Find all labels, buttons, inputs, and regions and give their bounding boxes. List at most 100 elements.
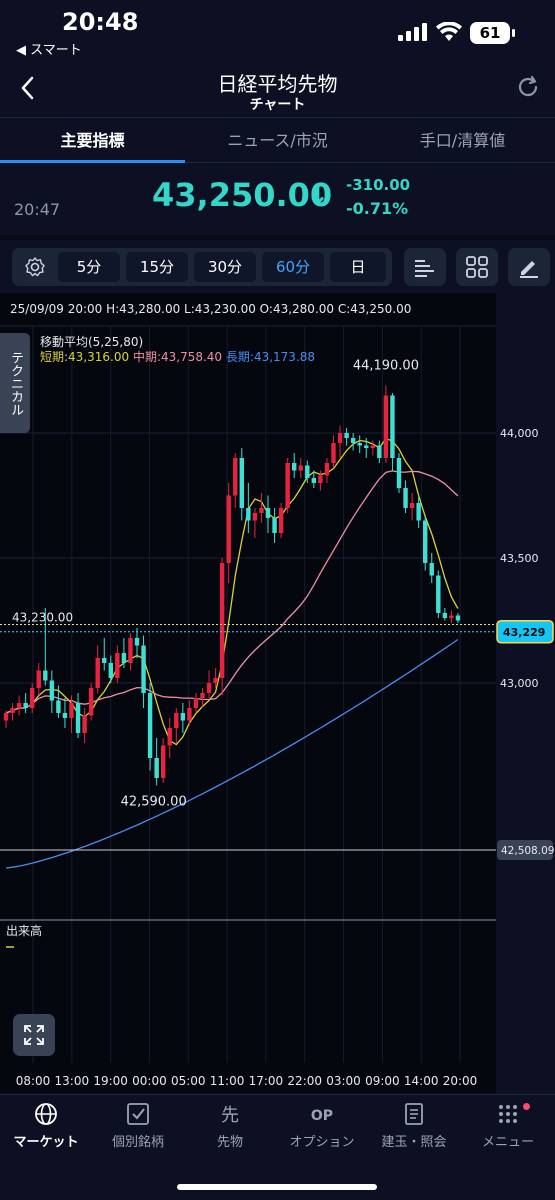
x-tick-label: 08:00 bbox=[16, 1074, 51, 1088]
nav-menu[interactable]: メニュー bbox=[462, 1101, 554, 1159]
candle-body bbox=[187, 708, 192, 721]
nav-options-label: オプション bbox=[289, 1135, 355, 1150]
candle-body bbox=[311, 478, 317, 483]
x-tick-label: 22:00 bbox=[287, 1074, 322, 1088]
candle-body bbox=[409, 503, 415, 508]
candle-body bbox=[95, 658, 100, 688]
nav-futures[interactable]: 先 先物 bbox=[184, 1101, 276, 1159]
candle-body bbox=[239, 458, 244, 508]
candle-body bbox=[324, 463, 330, 476]
refresh-icon[interactable] bbox=[513, 72, 543, 102]
candle-body bbox=[396, 458, 402, 488]
period-selector: 5分 15分 30分 60分 日 bbox=[12, 248, 392, 286]
candle-body bbox=[364, 445, 369, 448]
candle-body bbox=[36, 670, 41, 688]
status-bar: 20:48 ◀ スマート 61 bbox=[0, 0, 555, 60]
candle-body bbox=[278, 508, 284, 533]
candle-body bbox=[62, 713, 68, 718]
candle-body bbox=[259, 508, 264, 513]
period-30min-button[interactable]: 30分 bbox=[194, 252, 256, 282]
settings-gear-icon[interactable] bbox=[24, 256, 46, 278]
price-down-arrow-icon: ↓ bbox=[306, 178, 330, 211]
candle-body bbox=[56, 700, 61, 713]
candle-body bbox=[429, 563, 434, 576]
ma-long-value: 長期:43,173.88 bbox=[225, 350, 316, 364]
price-change-percent: -0.71% bbox=[346, 199, 409, 218]
candle-body bbox=[331, 443, 336, 463]
period-5min-button[interactable]: 5分 bbox=[58, 252, 120, 282]
candle-body bbox=[233, 458, 238, 496]
nav-stocks[interactable]: 個別銘柄 bbox=[92, 1101, 184, 1159]
y-tick-label: 43,000 bbox=[500, 677, 539, 690]
nav-market[interactable]: マーケット bbox=[0, 1101, 92, 1159]
candle-body bbox=[292, 463, 297, 471]
candle-body bbox=[246, 508, 251, 521]
period-day-button[interactable]: 日 bbox=[330, 252, 386, 282]
candle-body bbox=[147, 693, 153, 758]
tab-news-market[interactable]: ニュース/市況 bbox=[185, 119, 370, 162]
candle-body bbox=[161, 745, 166, 778]
candle-body bbox=[108, 663, 113, 678]
bar-list-button[interactable] bbox=[404, 248, 446, 286]
nav-options[interactable]: OP オプション bbox=[276, 1101, 368, 1159]
candle-body bbox=[436, 575, 441, 613]
draw-button[interactable] bbox=[508, 248, 550, 286]
candle-body bbox=[200, 693, 205, 698]
x-tick-label: 14:00 bbox=[404, 1074, 439, 1088]
volume-label: 出来高 bbox=[6, 924, 43, 938]
candlestick-chart[interactable]: 44,000 43,500 43,000 44,190.00 42,590.00 43,… bbox=[0, 293, 555, 1093]
moving-average-values: 短期:43,316.00 中期:43,758.40 長期:43,173.88 bbox=[40, 348, 315, 365]
tab-main-indicators[interactable]: 主要指標 bbox=[0, 119, 185, 163]
candle-body bbox=[180, 713, 186, 721]
layout-grid-button[interactable] bbox=[456, 248, 498, 286]
x-tick-label: 05:00 bbox=[171, 1074, 206, 1088]
candle-body bbox=[141, 645, 146, 693]
back-to-app-link[interactable]: ◀ スマート bbox=[16, 39, 82, 58]
x-tick-label: 20:00 bbox=[443, 1074, 478, 1088]
svg-text:先: 先 bbox=[221, 1105, 239, 1126]
globe-icon bbox=[35, 1103, 57, 1125]
chart-toolbar: 5分 15分 30分 60分 日 bbox=[0, 244, 555, 290]
page-title: 日経平均先物 bbox=[217, 72, 338, 96]
x-tick-label: 00:00 bbox=[132, 1074, 167, 1088]
period-60min-button[interactable]: 60分 bbox=[262, 252, 324, 282]
candle-body bbox=[69, 703, 74, 718]
low-price-label: 42,590.00 bbox=[121, 795, 187, 810]
candle-body bbox=[174, 713, 179, 728]
candle-body bbox=[305, 465, 310, 478]
candle-body bbox=[121, 653, 127, 663]
expand-button[interactable] bbox=[13, 1014, 55, 1056]
candle-body bbox=[252, 513, 258, 521]
candle-body bbox=[449, 615, 454, 618]
price-time: 20:47 bbox=[14, 200, 61, 219]
current-price-label: 43,229 bbox=[503, 626, 545, 639]
nav-futures-label: 先物 bbox=[216, 1135, 243, 1150]
ohlc-readout: 25/09/09 20:00 H:43,280.00 L:43,230.00 O… bbox=[10, 302, 412, 316]
candle-body bbox=[3, 713, 9, 721]
chart-area[interactable]: 44,000 43,500 43,000 44,190.00 42,590.00 43,… bbox=[0, 293, 555, 1093]
option-icon: OP bbox=[311, 1108, 333, 1124]
grid-icon bbox=[466, 256, 488, 278]
bottom-navigation: マーケット 個別銘柄 先 先物 OP オプション 建玉・照会 メニュー bbox=[0, 1094, 555, 1200]
divider bbox=[0, 235, 555, 240]
nav-menu-label: メニュー bbox=[481, 1135, 534, 1150]
candle-body bbox=[23, 703, 28, 708]
candle-body bbox=[75, 703, 81, 733]
nav-positions[interactable]: 建玉・照会 bbox=[368, 1101, 460, 1159]
notification-badge bbox=[523, 1103, 530, 1110]
period-15min-button[interactable]: 15分 bbox=[126, 252, 188, 282]
tab-trades-settlement[interactable]: 手口/清算値 bbox=[370, 119, 555, 162]
candle-body bbox=[226, 495, 231, 563]
x-tick-label: 17:00 bbox=[249, 1074, 284, 1088]
technical-tab[interactable]: テクニカル bbox=[0, 333, 30, 433]
svg-text:OP: OP bbox=[311, 1108, 333, 1124]
candle-body bbox=[16, 703, 22, 708]
app-header: 日経平均先物 チャート bbox=[0, 60, 555, 118]
candle-body bbox=[370, 445, 375, 448]
candle-body bbox=[403, 488, 408, 508]
candle-body bbox=[43, 670, 48, 681]
bar-list-icon bbox=[415, 260, 434, 277]
axis-background bbox=[496, 293, 555, 1093]
price-change: -310.00 bbox=[346, 176, 411, 194]
high-price-label: 44,190.00 bbox=[353, 359, 419, 374]
